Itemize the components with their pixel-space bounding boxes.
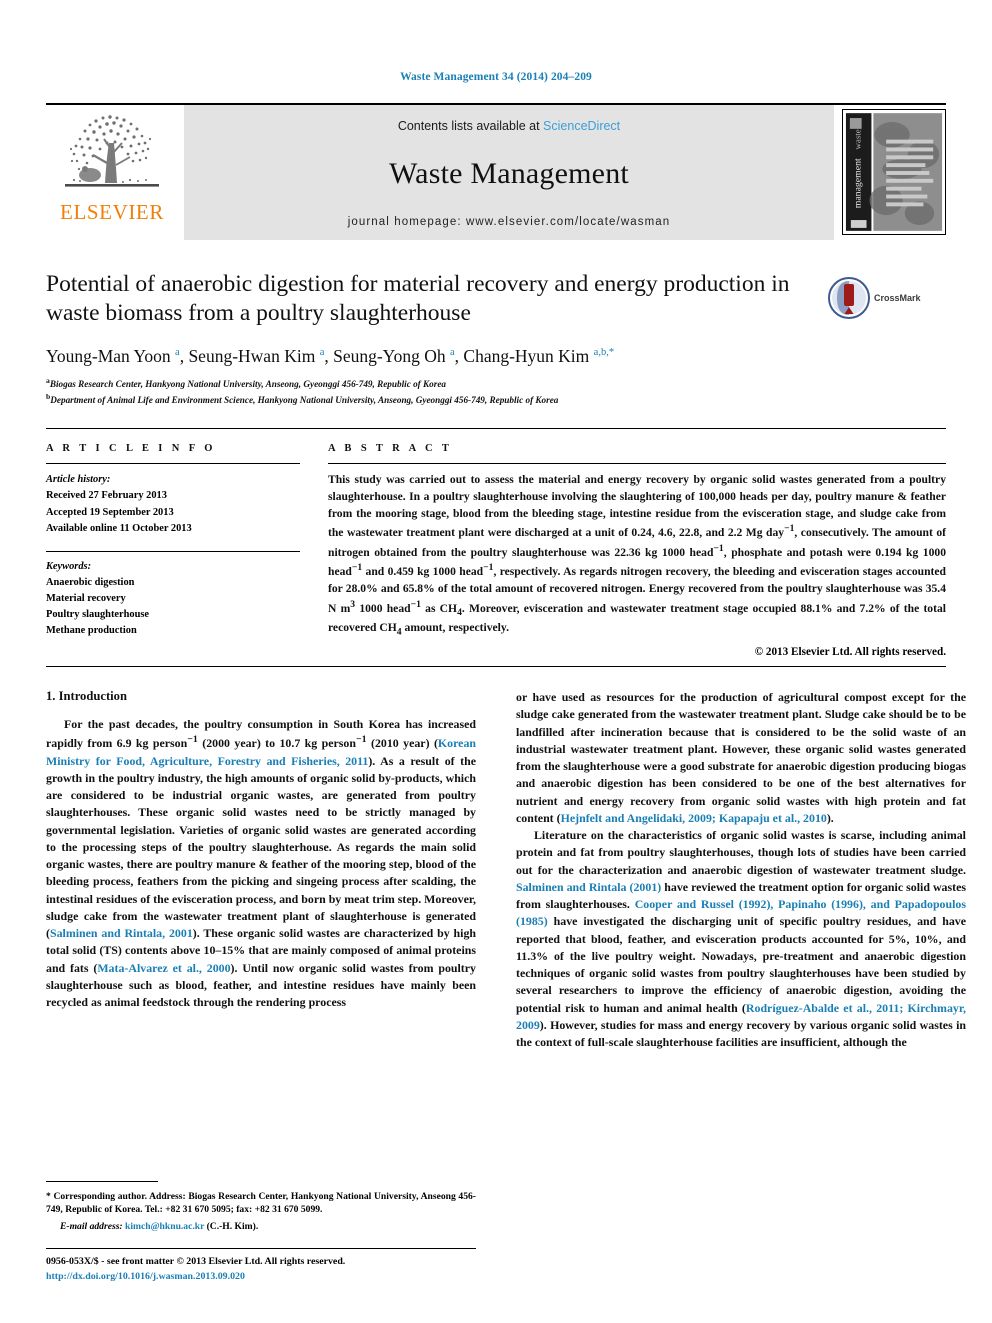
section-heading-introduction: 1. Introduction: [46, 689, 127, 704]
body-columns: 1. Introduction For the past decades, th…: [46, 689, 966, 1051]
elsevier-tree-icon: [65, 114, 159, 187]
doi-link[interactable]: http://dx.doi.org/10.1016/j.wasman.2013.…: [46, 1270, 476, 1285]
title-block: Potential of anaerobic digestion for mat…: [46, 270, 946, 408]
svg-text:waste: waste: [853, 129, 863, 149]
email-label: E-mail address:: [60, 1221, 123, 1233]
email-suffix: (C.-H. Kim).: [206, 1221, 259, 1233]
body-column-left: 1. Introduction For the past decades, th…: [46, 689, 476, 1051]
journal-title: Waste Management: [389, 157, 629, 190]
abstract-label: A B S T R A C T: [328, 443, 453, 455]
article-history-item: Received 27 February 2013: [46, 490, 167, 502]
body-paragraph: For the past decades, the poultry consum…: [46, 717, 476, 1009]
footnote-rule: [46, 1180, 158, 1182]
crossmark-label: CrossMark: [874, 292, 921, 303]
abstract-text: This study was carried out to assess the…: [328, 473, 946, 638]
abstract-copyright: © 2013 Elsevier Ltd. All rights reserved…: [754, 646, 946, 659]
keywords-heading: Keywords:: [46, 560, 92, 572]
affiliation-a-text: Biogas Research Center, Hankyong Nationa…: [49, 379, 447, 390]
abstract-bottom-rule: [46, 666, 946, 668]
contents-prefix-text: Contents lists available at: [397, 118, 544, 133]
body-paragraph: Literature on the characteristics of org…: [516, 828, 966, 1050]
article-history-item: Accepted 19 September 2013: [46, 506, 174, 518]
keyword-item: Material recovery: [46, 593, 126, 605]
article-info-label: A R T I C L E I N F O: [46, 443, 216, 455]
svg-text:management: management: [853, 158, 864, 208]
abstract-rule: [328, 463, 946, 465]
sciencedirect-link[interactable]: ScienceDirect: [543, 119, 620, 133]
journal-masthead: ELSEVIER Contents lists available at Sci…: [46, 102, 946, 240]
crossmark-badge[interactable]: CrossMark: [828, 272, 946, 324]
email-link[interactable]: kimch@hknu.ac.kr: [125, 1221, 204, 1232]
running-head: Waste Management 34 (2014) 204–209: [400, 71, 592, 83]
elsevier-wordmark: ELSEVIER: [60, 199, 164, 224]
journal-homepage-link[interactable]: journal homepage: www.elsevier.com/locat…: [348, 216, 671, 228]
corresponding-author-note: * Corresponding author. Address: Biogas …: [46, 1190, 476, 1216]
affiliation-b: bDepartment of Animal Life and Environme…: [46, 392, 946, 407]
contents-line: Contents lists available at ScienceDirec…: [398, 119, 620, 133]
author-list: Young-Man Yoon a, Seung-Hwan Kim a, Seun…: [46, 346, 615, 367]
footnote-block: * Corresponding author. Address: Biogas …: [46, 1180, 476, 1285]
journal-cover-thumbnail: management waste: [842, 109, 946, 235]
crossmark-icon: [828, 276, 870, 319]
article-history-item: Available online 11 October 2013: [46, 522, 192, 534]
keyword-item: Methane production: [46, 625, 137, 637]
issn-line: 0956-053X/$ - see front matter © 2013 El…: [46, 1256, 346, 1268]
paper-page: Waste Management 34 (2014) 204–209 ELSEV…: [0, 0, 992, 1323]
keyword-item: Anaerobic digestion: [46, 576, 135, 588]
article-info-column: A R T I C L E I N F O Article history: R…: [46, 443, 300, 658]
journal-band: Contents lists available at ScienceDirec…: [184, 104, 834, 240]
keywords-rule: [46, 550, 300, 552]
affiliation-a: aBiogas Research Center, Hankyong Nation…: [46, 376, 946, 391]
article-info-rule: [46, 463, 300, 465]
abstract-column: A B S T R A C T This study was carried o…: [328, 443, 946, 658]
info-abstract-section: A R T I C L E I N F O Article history: R…: [46, 428, 946, 658]
body-column-right: or have used as resources for the produc…: [516, 689, 966, 1051]
issn-rule: [46, 1248, 476, 1250]
keyword-item: Poultry slaughterhouse: [46, 609, 150, 621]
affiliation-b-text: Department of Animal Life and Environmen…: [50, 395, 559, 406]
body-paragraph: or have used as resources for the produc…: [516, 690, 966, 825]
issn-block: 0956-053X/$ - see front matter © 2013 El…: [46, 1248, 476, 1285]
email-note: E-mail address: kimch@hknu.ac.kr (C.-H. …: [46, 1220, 476, 1234]
elsevier-logo-block: ELSEVIER: [46, 105, 178, 240]
page-title: Potential of anaerobic digestion for mat…: [46, 270, 790, 327]
article-history-heading: Article history:: [46, 474, 111, 486]
